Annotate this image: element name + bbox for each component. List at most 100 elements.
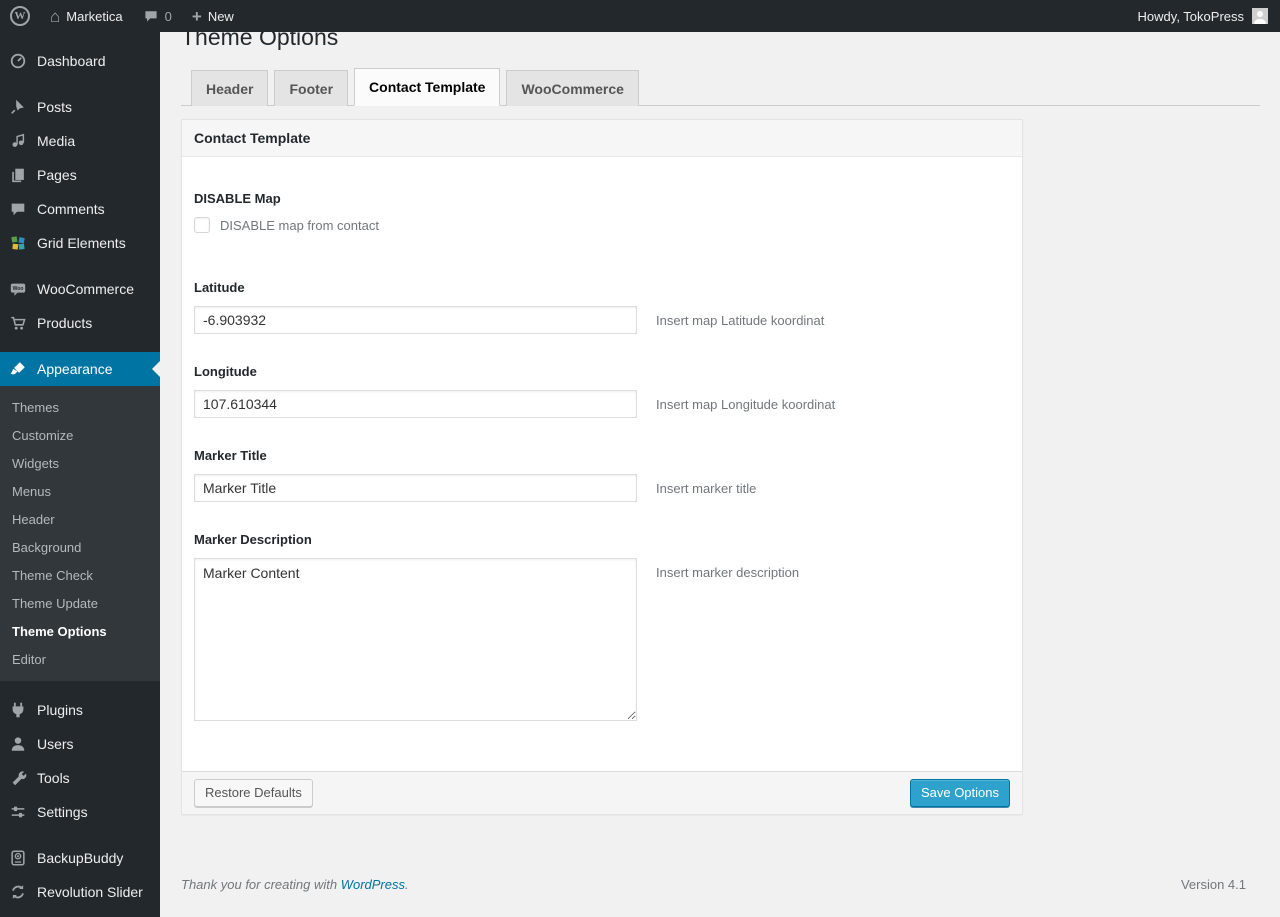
sidebar-item-posts[interactable]: Posts [0, 90, 160, 124]
sidebar-item-label: Plugins [37, 702, 83, 718]
contact-template-panel: Contact Template DISABLE Map DISABLE map… [181, 119, 1023, 816]
site-name-label: Marketica [66, 8, 123, 24]
marker-description-label: Marker Description [194, 532, 312, 548]
submenu-item-customize[interactable]: Customize [0, 421, 160, 449]
sliders-icon [8, 802, 28, 822]
panel-footer: Restore Defaults Save Options [182, 771, 1022, 815]
sidebar-item-pages[interactable]: Pages [0, 158, 160, 192]
wordpress-link[interactable]: WordPress [341, 877, 405, 892]
submenu-item-menus[interactable]: Menus [0, 477, 160, 505]
plus-icon: + [191, 6, 202, 26]
marker-title-hint: Insert marker title [656, 481, 757, 497]
sidebar-item-tools[interactable]: Tools [0, 761, 160, 795]
svg-text:Woo: Woo [13, 286, 24, 292]
submenu-item-theme-update[interactable]: Theme Update [0, 589, 160, 617]
dashboard-icon [8, 51, 28, 71]
sidebar-item-label: Tools [37, 770, 70, 786]
marker-title-field: Marker Title Insert marker title [194, 448, 1010, 503]
sidebar-item-comments[interactable]: Comments [0, 192, 160, 226]
site-name-link[interactable]: ⌂ Marketica [40, 0, 133, 32]
sidebar-item-settings[interactable]: Settings [0, 795, 160, 829]
sidebar-item-products[interactable]: Products [0, 306, 160, 340]
latitude-hint: Insert map Latitude koordinat [656, 313, 825, 329]
disable-map-checkbox[interactable] [194, 217, 210, 234]
user-avatar[interactable] [1252, 8, 1268, 24]
latitude-input[interactable] [194, 306, 637, 335]
backup-icon [8, 848, 28, 868]
save-options-button[interactable]: Save Options [909, 779, 1010, 808]
comment-bubble-icon [143, 8, 159, 24]
sidebar-item-label: Pages [37, 167, 77, 183]
marker-description-textarea[interactable]: Marker Content [194, 558, 637, 722]
comment-count: 0 [164, 8, 172, 24]
marker-description-hint: Insert marker description [656, 565, 800, 581]
tab-footer[interactable]: Footer [274, 69, 349, 107]
sidebar-item-label: Products [37, 315, 93, 331]
thanks-suffix: . [405, 877, 409, 893]
media-icon [8, 131, 28, 151]
tab-bar: Header Footer Contact Template WooCommer… [181, 67, 1260, 107]
appearance-submenu: Themes Customize Widgets Menus Header Ba… [0, 386, 160, 681]
comments-admin-bar[interactable]: 0 [133, 0, 182, 32]
new-label: New [207, 8, 234, 24]
sidebar-item-label: Revolution Slider [37, 884, 143, 900]
menu-separator [0, 260, 160, 272]
sidebar-item-plugins[interactable]: Plugins [0, 693, 160, 727]
submenu-item-widgets[interactable]: Widgets [0, 449, 160, 477]
sidebar-item-appearance[interactable]: Appearance [0, 352, 160, 386]
cart-icon [8, 313, 28, 333]
wp-footer: Thank you for creating with WordPress. V… [181, 877, 1246, 902]
home-icon: ⌂ [50, 6, 61, 26]
restore-defaults-button[interactable]: Restore Defaults [194, 779, 313, 808]
tab-header[interactable]: Header [191, 69, 269, 107]
sidebar-item-label: WooCommerce [37, 281, 134, 297]
pin-icon [8, 97, 28, 117]
wordpress-logo-icon: W [10, 6, 30, 26]
new-content-menu[interactable]: + New [182, 0, 244, 32]
wrench-icon [8, 768, 28, 788]
sidebar-item-backupbuddy[interactable]: BackupBuddy [0, 841, 160, 875]
menu-separator [0, 681, 160, 693]
comment-icon [8, 199, 28, 219]
submenu-item-theme-check[interactable]: Theme Check [0, 561, 160, 589]
submenu-item-background[interactable]: Background [0, 533, 160, 561]
sidebar-item-dashboard[interactable]: Dashboard [0, 44, 160, 78]
wordpress-logo-menu[interactable]: W [0, 0, 40, 32]
disable-map-checkbox-label: DISABLE map from contact [220, 217, 379, 233]
version-label: Version 4.1 [1180, 877, 1246, 893]
longitude-input[interactable] [194, 390, 637, 419]
plug-icon [8, 700, 28, 720]
woo-badge-icon: Woo [8, 279, 28, 299]
admin-bar-left: W ⌂ Marketica 0 + New [0, 0, 244, 32]
sidebar-item-users[interactable]: Users [0, 727, 160, 761]
sidebar-item-woocommerce[interactable]: Woo WooCommerce [0, 272, 160, 306]
tab-contact-template[interactable]: Contact Template [354, 67, 501, 107]
sidebar-item-label: Media [37, 133, 76, 149]
panel-body: DISABLE Map DISABLE map from contact Lat… [182, 157, 1022, 771]
marker-description-field: Marker Description Marker Content Insert… [194, 532, 1010, 722]
tab-woocommerce[interactable]: WooCommerce [506, 69, 639, 107]
latitude-label: Latitude [194, 280, 245, 296]
submenu-item-theme-options[interactable]: Theme Options [0, 617, 160, 645]
submenu-item-editor[interactable]: Editor [0, 645, 160, 673]
sidebar-item-grid-elements[interactable]: Grid Elements [0, 226, 160, 260]
sidebar-item-punch-fonts[interactable]: A Punch Fonts [0, 909, 160, 917]
panel-header: Contact Template [182, 120, 1022, 158]
marker-title-input[interactable] [194, 474, 637, 503]
sidebar-item-media[interactable]: Media [0, 124, 160, 158]
main-content: Theme Options Header Footer Contact Temp… [160, 0, 1280, 902]
disable-map-checkbox-row: DISABLE map from contact [194, 217, 1010, 234]
admin-bar-right: Howdy, TokoPress [1138, 0, 1280, 32]
howdy-label[interactable]: Howdy, TokoPress [1138, 9, 1244, 24]
disable-map-field: DISABLE Map DISABLE map from contact [194, 191, 1010, 234]
submenu-item-header[interactable]: Header [0, 505, 160, 533]
sidebar-item-label: Comments [37, 201, 105, 217]
sidebar-item-label: Users [37, 736, 74, 752]
menu-separator [0, 78, 160, 90]
submenu-item-themes[interactable]: Themes [0, 393, 160, 421]
grid-icon [8, 233, 28, 253]
menu-separator [0, 340, 160, 352]
user-icon [8, 734, 28, 754]
admin-menu: Dashboard Posts Media Pages Comments Gri… [0, 32, 160, 917]
sidebar-item-revolution-slider[interactable]: Revolution Slider [0, 875, 160, 909]
